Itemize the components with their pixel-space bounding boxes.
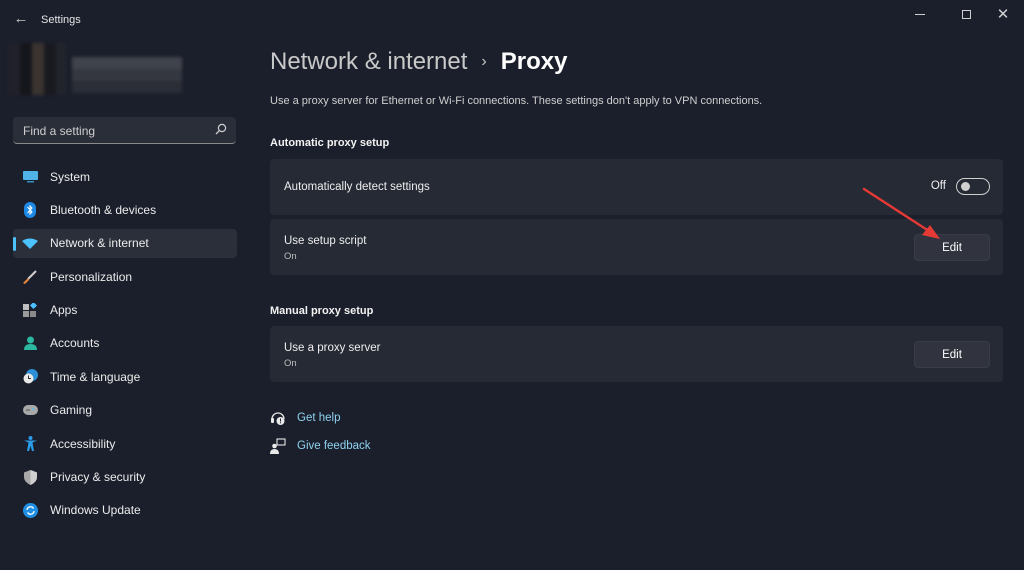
sidebar-item-label: Time & language — [50, 369, 141, 384]
toggle-knob — [961, 182, 970, 191]
minimize-button[interactable] — [897, 0, 943, 28]
bluetooth-icon — [22, 201, 38, 218]
chevron-right-icon: › — [481, 53, 487, 70]
search-input[interactable]: Find a setting — [13, 117, 236, 144]
sidebar-item-system[interactable]: System — [13, 162, 237, 191]
brush-icon — [22, 269, 38, 285]
sidebar-item-apps[interactable]: Apps — [13, 296, 237, 325]
sidebar-item-windows-update[interactable]: Windows Update — [13, 496, 237, 525]
sidebar-item-label: System — [50, 169, 91, 184]
sidebar-item-network[interactable]: Network & internet — [13, 228, 237, 258]
update-icon — [22, 502, 38, 518]
person-icon — [22, 335, 38, 351]
shield-icon — [22, 469, 38, 485]
sidebar-item-bluetooth[interactable]: Bluetooth & devices — [13, 195, 237, 224]
gamepad-icon — [22, 402, 38, 418]
arrow-left-icon: ← — [13, 10, 29, 27]
help-icon — [271, 412, 285, 425]
close-button[interactable]: ✕ — [980, 0, 1024, 28]
search-placeholder: Find a setting — [23, 124, 96, 138]
search-icon — [215, 123, 227, 135]
sidebar-nav: System Bluetooth & devices Network & int… — [13, 162, 237, 529]
sidebar-item-accounts[interactable]: Accounts — [13, 329, 237, 358]
get-help-link[interactable]: Get help — [270, 410, 340, 426]
sidebar-item-label: Bluetooth & devices — [50, 202, 157, 217]
page-title: Proxy — [500, 48, 568, 75]
breadcrumb-parent[interactable]: Network & internet — [270, 48, 467, 76]
auto-detect-title: Automatically detect settings — [284, 181, 430, 193]
sidebar-item-label: Privacy & security — [50, 470, 146, 485]
proxy-server-status: On — [284, 358, 297, 369]
clock-globe-icon — [22, 369, 38, 385]
sidebar-item-label: Apps — [50, 303, 78, 318]
setup-script-title: Use setup script — [284, 235, 367, 247]
give-feedback-link[interactable]: Give feedback — [270, 438, 371, 454]
user-profile[interactable] — [8, 43, 188, 95]
wifi-icon — [22, 235, 38, 251]
sidebar-item-label: Windows Update — [50, 503, 141, 518]
sidebar-item-label: Accessibility — [50, 436, 116, 451]
apps-icon — [22, 302, 38, 318]
page-description: Use a proxy server for Ethernet or Wi-Fi… — [270, 95, 763, 107]
title-bar: ← Settings ✕ — [0, 0, 1024, 40]
auto-detect-card: Automatically detect settings Off — [270, 159, 1003, 215]
get-help-label: Get help — [297, 412, 341, 424]
sidebar-item-personalization[interactable]: Personalization — [13, 262, 237, 291]
user-name-blurred — [72, 57, 182, 93]
automatic-proxy-heading: Automatic proxy setup — [270, 137, 390, 149]
breadcrumb: Network & internet › Proxy — [270, 48, 567, 76]
setup-script-edit-button[interactable]: Edit — [914, 234, 990, 261]
setup-script-card: Use setup script On Edit — [270, 219, 1003, 275]
minimize-icon — [915, 13, 925, 15]
setup-script-status: On — [284, 251, 297, 262]
sidebar-item-label: Personalization — [50, 269, 133, 284]
maximize-icon — [961, 9, 971, 19]
feedback-icon — [270, 438, 286, 454]
sidebar-item-label: Network & internet — [50, 236, 149, 251]
auto-detect-state: Off — [930, 180, 946, 192]
proxy-server-title: Use a proxy server — [284, 342, 381, 354]
sidebar-item-label: Gaming — [50, 403, 93, 418]
sidebar-item-label: Accounts — [50, 336, 100, 351]
app-title: Settings — [41, 14, 81, 26]
back-button[interactable]: ← — [12, 10, 30, 28]
give-feedback-label: Give feedback — [297, 440, 371, 452]
accessibility-icon — [22, 436, 38, 452]
manual-proxy-heading: Manual proxy setup — [270, 305, 374, 317]
proxy-server-edit-button[interactable]: Edit — [914, 341, 990, 368]
sidebar-item-accessibility[interactable]: Accessibility — [13, 429, 237, 458]
avatar — [8, 43, 66, 95]
proxy-server-card: Use a proxy server On Edit — [270, 326, 1003, 382]
auto-detect-toggle[interactable] — [956, 178, 990, 195]
monitor-icon — [22, 169, 38, 185]
close-icon: ✕ — [996, 5, 1010, 23]
sidebar-item-time-language[interactable]: Time & language — [13, 362, 237, 391]
sidebar-item-privacy[interactable]: Privacy & security — [13, 463, 237, 492]
sidebar-item-gaming[interactable]: Gaming — [13, 396, 237, 425]
